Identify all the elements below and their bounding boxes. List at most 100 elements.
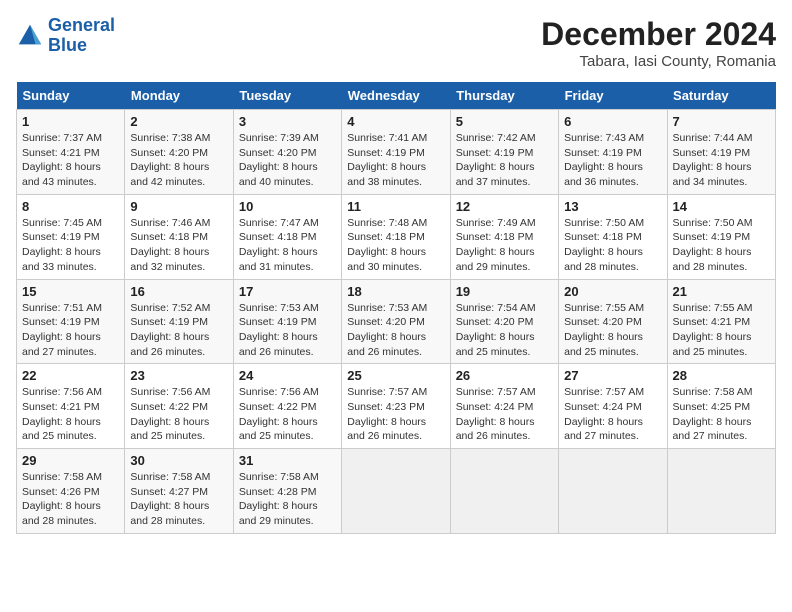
calendar-week-2: 8Sunrise: 7:45 AM Sunset: 4:19 PM Daylig… <box>17 194 776 279</box>
calendar-week-3: 15 Sunrise: 7:51 AM Sunset: 4:19 PM Dayli… <box>17 279 776 364</box>
calendar-header: SundayMondayTuesdayWednesdayThursdayFrid… <box>17 82 776 110</box>
calendar-cell: 6 Sunrise: 7:43 AM Sunset: 4:19 PM Daylig… <box>559 110 667 195</box>
day-number: 16 <box>130 284 227 299</box>
calendar-cell: 27 Sunrise: 7:57 AM Sunset: 4:24 PM Dayli… <box>559 364 667 449</box>
calendar-cell: 28Sunrise: 7:58 AM Sunset: 4:25 PM Dayli… <box>667 364 775 449</box>
day-detail: Sunrise: 7:55 AM Sunset: 4:21 PM Dayligh… <box>673 301 770 360</box>
day-number: 22 <box>22 368 119 383</box>
calendar-cell: 17Sunrise: 7:53 AM Sunset: 4:19 PM Dayli… <box>233 279 341 364</box>
day-detail: Sunrise: 7:55 AM Sunset: 4:20 PM Dayligh… <box>564 301 661 360</box>
day-number: 26 <box>456 368 553 383</box>
calendar-cell <box>559 449 667 534</box>
day-detail: Sunrise: 7:56 AM Sunset: 4:21 PM Dayligh… <box>22 385 119 444</box>
calendar-cell: 18 Sunrise: 7:53 AM Sunset: 4:20 PM Dayli… <box>342 279 450 364</box>
day-detail: Sunrise: 7:58 AM Sunset: 4:26 PM Dayligh… <box>22 470 119 529</box>
day-detail: Sunrise: 7:57 AM Sunset: 4:24 PM Dayligh… <box>456 385 553 444</box>
day-number: 27 <box>564 368 661 383</box>
page-header: General Blue December 2024 Tabara, Iasi … <box>16 16 776 70</box>
day-detail: Sunrise: 7:39 AM Sunset: 4:20 PM Dayligh… <box>239 131 336 190</box>
day-number: 23 <box>130 368 227 383</box>
day-number: 7 <box>673 114 770 129</box>
day-number: 31 <box>239 453 336 468</box>
day-number: 13 <box>564 199 661 214</box>
calendar-cell: 5 Sunrise: 7:42 AM Sunset: 4:19 PM Daylig… <box>450 110 558 195</box>
calendar-cell <box>450 449 558 534</box>
day-detail: Sunrise: 7:49 AM Sunset: 4:18 PM Dayligh… <box>456 216 553 275</box>
day-number: 11 <box>347 199 444 214</box>
day-number: 18 <box>347 284 444 299</box>
logo-text: General Blue <box>48 16 115 56</box>
calendar-cell: 25Sunrise: 7:57 AM Sunset: 4:23 PM Dayli… <box>342 364 450 449</box>
calendar-cell: 3 Sunrise: 7:39 AM Sunset: 4:20 PM Daylig… <box>233 110 341 195</box>
day-detail: Sunrise: 7:58 AM Sunset: 4:27 PM Dayligh… <box>130 470 227 529</box>
day-detail: Sunrise: 7:53 AM Sunset: 4:20 PM Dayligh… <box>347 301 444 360</box>
calendar-cell: 10 Sunrise: 7:47 AM Sunset: 4:18 PM Dayli… <box>233 194 341 279</box>
day-detail: Sunrise: 7:50 AM Sunset: 4:18 PM Dayligh… <box>564 216 661 275</box>
location: Tabara, Iasi County, Romania <box>541 53 776 70</box>
weekday-header-tuesday: Tuesday <box>233 82 341 110</box>
day-detail: Sunrise: 7:47 AM Sunset: 4:18 PM Dayligh… <box>239 216 336 275</box>
day-detail: Sunrise: 7:42 AM Sunset: 4:19 PM Dayligh… <box>456 131 553 190</box>
day-detail: Sunrise: 7:50 AM Sunset: 4:19 PM Dayligh… <box>673 216 770 275</box>
day-detail: Sunrise: 7:57 AM Sunset: 4:24 PM Dayligh… <box>564 385 661 444</box>
calendar-cell: 7 Sunrise: 7:44 AM Sunset: 4:19 PM Daylig… <box>667 110 775 195</box>
calendar-week-1: 1Sunrise: 7:37 AM Sunset: 4:21 PM Daylig… <box>17 110 776 195</box>
day-detail: Sunrise: 7:43 AM Sunset: 4:19 PM Dayligh… <box>564 131 661 190</box>
day-detail: Sunrise: 7:41 AM Sunset: 4:19 PM Dayligh… <box>347 131 444 190</box>
calendar-cell: 24Sunrise: 7:56 AM Sunset: 4:22 PM Dayli… <box>233 364 341 449</box>
day-detail: Sunrise: 7:56 AM Sunset: 4:22 PM Dayligh… <box>130 385 227 444</box>
calendar-cell: 11 Sunrise: 7:48 AM Sunset: 4:18 PM Dayli… <box>342 194 450 279</box>
day-number: 4 <box>347 114 444 129</box>
calendar-cell <box>342 449 450 534</box>
calendar-cell: 2Sunrise: 7:38 AM Sunset: 4:20 PM Daylig… <box>125 110 233 195</box>
day-number: 5 <box>456 114 553 129</box>
day-number: 28 <box>673 368 770 383</box>
calendar-cell: 13 Sunrise: 7:50 AM Sunset: 4:18 PM Dayli… <box>559 194 667 279</box>
day-number: 20 <box>564 284 661 299</box>
day-number: 29 <box>22 453 119 468</box>
calendar-cell <box>667 449 775 534</box>
calendar-week-5: 29 Sunrise: 7:58 AM Sunset: 4:26 PM Dayli… <box>17 449 776 534</box>
calendar-cell: 12 Sunrise: 7:49 AM Sunset: 4:18 PM Dayli… <box>450 194 558 279</box>
calendar-cell: 19 Sunrise: 7:54 AM Sunset: 4:20 PM Dayli… <box>450 279 558 364</box>
day-detail: Sunrise: 7:54 AM Sunset: 4:20 PM Dayligh… <box>456 301 553 360</box>
day-detail: Sunrise: 7:48 AM Sunset: 4:18 PM Dayligh… <box>347 216 444 275</box>
day-number: 3 <box>239 114 336 129</box>
calendar-cell: 29 Sunrise: 7:58 AM Sunset: 4:26 PM Dayli… <box>17 449 125 534</box>
day-number: 30 <box>130 453 227 468</box>
month-title: December 2024 <box>541 16 776 53</box>
calendar-cell: 30 Sunrise: 7:58 AM Sunset: 4:27 PM Dayli… <box>125 449 233 534</box>
weekday-header-monday: Monday <box>125 82 233 110</box>
day-number: 14 <box>673 199 770 214</box>
day-detail: Sunrise: 7:44 AM Sunset: 4:19 PM Dayligh… <box>673 131 770 190</box>
calendar-week-4: 22 Sunrise: 7:56 AM Sunset: 4:21 PM Dayli… <box>17 364 776 449</box>
day-number: 10 <box>239 199 336 214</box>
day-number: 6 <box>564 114 661 129</box>
calendar-cell: 9Sunrise: 7:46 AM Sunset: 4:18 PM Daylig… <box>125 194 233 279</box>
day-number: 15 <box>22 284 119 299</box>
day-detail: Sunrise: 7:53 AM Sunset: 4:19 PM Dayligh… <box>239 301 336 360</box>
weekday-header-sunday: Sunday <box>17 82 125 110</box>
weekday-header-thursday: Thursday <box>450 82 558 110</box>
calendar-cell: 4 Sunrise: 7:41 AM Sunset: 4:19 PM Daylig… <box>342 110 450 195</box>
weekday-header-wednesday: Wednesday <box>342 82 450 110</box>
day-detail: Sunrise: 7:58 AM Sunset: 4:28 PM Dayligh… <box>239 470 336 529</box>
day-detail: Sunrise: 7:51 AM Sunset: 4:19 PM Dayligh… <box>22 301 119 360</box>
day-number: 19 <box>456 284 553 299</box>
day-number: 24 <box>239 368 336 383</box>
day-number: 25 <box>347 368 444 383</box>
day-detail: Sunrise: 7:45 AM Sunset: 4:19 PM Dayligh… <box>22 216 119 275</box>
calendar-cell: 1Sunrise: 7:37 AM Sunset: 4:21 PM Daylig… <box>17 110 125 195</box>
day-number: 1 <box>22 114 119 129</box>
calendar-cell: 23 Sunrise: 7:56 AM Sunset: 4:22 PM Dayli… <box>125 364 233 449</box>
calendar-cell: 20 Sunrise: 7:55 AM Sunset: 4:20 PM Dayli… <box>559 279 667 364</box>
calendar-cell: 14 Sunrise: 7:50 AM Sunset: 4:19 PM Dayli… <box>667 194 775 279</box>
weekday-header-saturday: Saturday <box>667 82 775 110</box>
logo: General Blue <box>16 16 115 56</box>
day-number: 12 <box>456 199 553 214</box>
calendar-cell: 31 Sunrise: 7:58 AM Sunset: 4:28 PM Dayli… <box>233 449 341 534</box>
calendar-table: SundayMondayTuesdayWednesdayThursdayFrid… <box>16 82 776 534</box>
day-number: 21 <box>673 284 770 299</box>
day-detail: Sunrise: 7:38 AM Sunset: 4:20 PM Dayligh… <box>130 131 227 190</box>
calendar-cell: 15 Sunrise: 7:51 AM Sunset: 4:19 PM Dayli… <box>17 279 125 364</box>
